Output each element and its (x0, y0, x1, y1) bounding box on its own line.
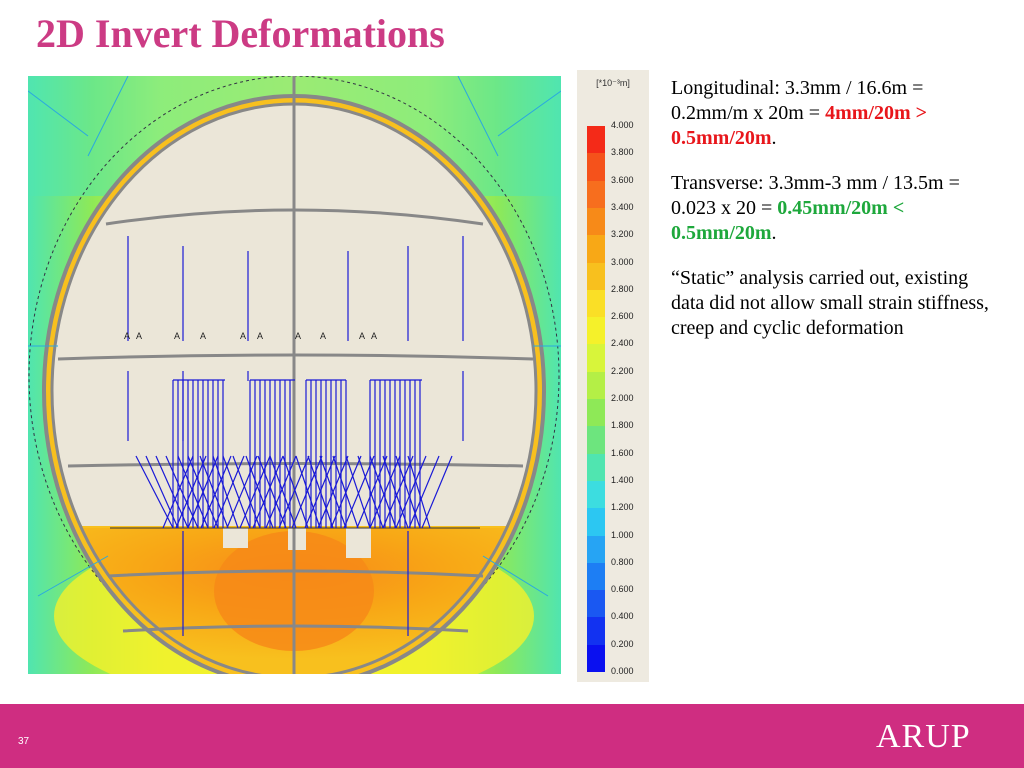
arup-logo: ARUP (876, 718, 971, 755)
legend-swatch (587, 508, 605, 536)
legend-tick-label: 4.000 (611, 120, 634, 130)
longitudinal-note: Longitudinal: 3.3mm / 16.6m = 0.2mm/m x … (671, 77, 927, 149)
legend-swatch (587, 317, 605, 345)
legend-tick-label: 1.000 (611, 529, 634, 540)
legend-tick-label: 3.800 (611, 147, 634, 158)
legend-swatch (587, 453, 605, 482)
legend-swatch (587, 644, 605, 673)
model-label: A (257, 331, 263, 341)
legend-swatch (587, 371, 605, 400)
legend-unit: [*10⁻³m] (596, 78, 630, 88)
legend-tick-label: 3.600 (611, 174, 634, 185)
legend-tick-label: 3.000 (611, 256, 634, 267)
legend-tick-label: 0.400 (611, 611, 634, 622)
model-label: A (136, 331, 142, 341)
legend-tick-label: 3.200 (611, 229, 634, 240)
legend-tick-label: 2.000 (611, 393, 634, 403)
legend-swatch (587, 235, 605, 263)
legend-tick-label: 0.200 (611, 638, 634, 649)
legend-swatch (587, 590, 605, 618)
legend-swatch (587, 289, 605, 318)
legend-swatch (587, 126, 605, 154)
legend-swatch (587, 562, 605, 591)
model-label: A (200, 331, 206, 341)
static-analysis-note: “Static” analysis carried out, existing … (671, 267, 989, 339)
model-label: A (240, 331, 246, 341)
legend-tick-label: 2.800 (611, 283, 634, 294)
transverse-note: Transverse: 3.3mm-3 mm / 13.5m = 0.023 x… (671, 172, 960, 244)
notes-panel: Longitudinal: 3.3mm / 16.6m = 0.2mm/m x … (671, 76, 1001, 361)
legend-tick-label: 0.000 (611, 666, 634, 676)
legend-swatch (587, 426, 605, 455)
footer-bar: 37 ARUP (0, 704, 1024, 768)
legend-swatch (587, 535, 605, 564)
legend-swatch (587, 399, 605, 427)
page-number: 37 (18, 736, 30, 747)
legend-swatch (587, 344, 605, 373)
legend-tick-label: 1.400 (611, 474, 634, 485)
slide-title: 2D Invert Deformations (36, 11, 445, 56)
legend-swatch (587, 180, 605, 209)
legend-swatch (587, 207, 605, 236)
legend-tick-label: 0.600 (611, 584, 634, 595)
color-legend: [*10⁻³m] 4.000 3.800 3.600 3.400 3.200 3.000 2… (577, 70, 649, 682)
legend-swatch (587, 153, 605, 182)
model-label: A (371, 331, 377, 341)
legend-swatch (587, 617, 605, 646)
model-label: A (124, 331, 130, 341)
model-label: A (174, 331, 180, 341)
legend-swatch (587, 262, 605, 291)
fem-deformation-plot: A A A A A A A A A A (28, 76, 561, 674)
legend-tick-label: 0.800 (611, 556, 634, 567)
legend-tick-label: 1.800 (611, 420, 634, 431)
legend-tick-label: 1.600 (611, 447, 634, 458)
legend-swatch (587, 480, 605, 509)
legend-tick-label: 2.600 (611, 311, 634, 322)
legend-tick-label: 3.400 (611, 201, 634, 212)
model-label: A (320, 331, 326, 341)
legend-tick-label: 2.400 (611, 338, 634, 349)
legend-tick-label: 2.200 (611, 365, 634, 376)
legend-tick-label: 1.200 (611, 502, 634, 513)
model-label: A (295, 331, 301, 341)
model-label: A (359, 331, 365, 341)
